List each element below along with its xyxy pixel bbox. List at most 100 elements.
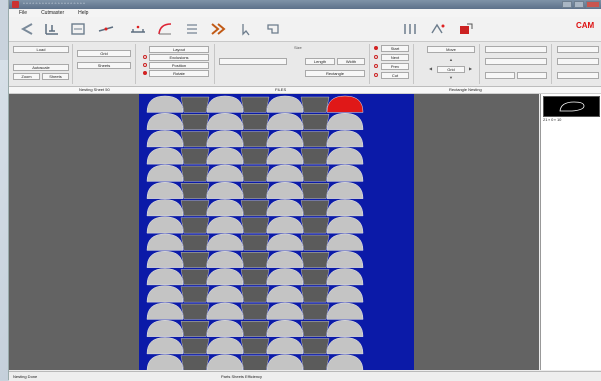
nested-part[interactable]	[240, 286, 270, 303]
nest-layout[interactable]	[139, 94, 414, 370]
nested-part[interactable]	[300, 217, 330, 234]
nested-part[interactable]	[206, 130, 244, 148]
nested-part[interactable]	[300, 338, 330, 355]
nested-part[interactable]	[180, 338, 210, 355]
scale-icon[interactable]	[41, 20, 63, 38]
menu-help[interactable]: Help	[78, 9, 88, 17]
nested-part[interactable]	[240, 234, 270, 251]
nested-part[interactable]	[240, 303, 270, 320]
list-icon[interactable]	[181, 20, 203, 38]
prev-button[interactable]: Prev	[381, 63, 409, 70]
nested-part[interactable]	[326, 216, 364, 234]
nested-part[interactable]	[180, 148, 210, 165]
minimize-button[interactable]	[562, 1, 572, 8]
nested-part[interactable]	[300, 303, 330, 320]
move-button[interactable]: Move	[427, 46, 475, 53]
nested-part[interactable]	[240, 355, 270, 370]
close-button[interactable]	[586, 1, 600, 8]
nested-part[interactable]	[240, 165, 270, 182]
curve-tool-icon[interactable]	[154, 20, 176, 38]
arrow-up-icon[interactable]: ▲	[449, 57, 453, 62]
nested-part[interactable]	[146, 216, 184, 234]
sheet-select[interactable]: Sheets	[77, 62, 131, 69]
nested-part[interactable]	[240, 217, 270, 234]
nested-part[interactable]	[266, 199, 304, 217]
nested-part[interactable]	[300, 269, 330, 286]
nested-part[interactable]	[240, 148, 270, 165]
nested-part[interactable]	[206, 268, 244, 286]
nested-part[interactable]	[326, 285, 364, 303]
nested-part[interactable]	[326, 250, 364, 268]
size-field[interactable]	[219, 58, 287, 65]
nested-part[interactable]	[266, 233, 304, 251]
nested-part[interactable]	[146, 147, 184, 165]
nested-part[interactable]	[266, 181, 304, 199]
nested-part[interactable]	[206, 233, 244, 251]
nested-part[interactable]	[266, 130, 304, 148]
option-field-b[interactable]	[485, 58, 547, 65]
nested-part[interactable]	[326, 233, 364, 251]
nested-part[interactable]	[326, 337, 364, 355]
nested-part[interactable]	[266, 337, 304, 355]
exclusions-radio[interactable]	[143, 55, 147, 59]
nested-part[interactable]	[326, 147, 364, 165]
nested-part[interactable]	[300, 200, 330, 217]
rotate-radio[interactable]	[143, 71, 147, 75]
prev-radio[interactable]	[374, 64, 378, 68]
nested-part[interactable]	[180, 269, 210, 286]
nested-part[interactable]	[266, 354, 304, 370]
width-field[interactable]: Width	[337, 58, 365, 65]
nested-part[interactable]	[206, 181, 244, 199]
nested-part[interactable]	[206, 95, 244, 113]
nested-part[interactable]	[146, 302, 184, 320]
nested-part[interactable]	[266, 112, 304, 130]
nested-part[interactable]	[240, 252, 270, 268]
nested-part[interactable]	[180, 252, 210, 268]
nested-part[interactable]	[326, 181, 364, 199]
length-field[interactable]: Length	[305, 58, 335, 65]
layout-button[interactable]: Layout	[149, 46, 209, 53]
nested-part[interactable]	[300, 131, 330, 148]
nested-part[interactable]	[240, 321, 270, 337]
line-tool-icon[interactable]	[95, 20, 117, 38]
nested-part[interactable]	[146, 354, 184, 370]
back-arrow-icon[interactable]	[15, 20, 37, 38]
sheets-button[interactable]: Sheets	[42, 73, 69, 80]
frame-icon[interactable]	[67, 20, 89, 38]
nested-part[interactable]	[300, 355, 330, 370]
nested-part[interactable]	[240, 131, 270, 148]
nested-part[interactable]	[180, 114, 210, 130]
rectangle-button[interactable]: Rectangle	[305, 70, 365, 77]
nested-part[interactable]	[266, 216, 304, 234]
nested-part[interactable]	[180, 96, 210, 113]
nested-part[interactable]	[266, 147, 304, 165]
nested-part[interactable]	[266, 95, 304, 113]
exclusions-button[interactable]: Exclusions	[149, 54, 209, 61]
nested-part[interactable]	[300, 286, 330, 303]
nested-part[interactable]	[266, 250, 304, 268]
columns-icon[interactable]	[399, 20, 421, 38]
nested-part[interactable]	[180, 131, 210, 148]
nested-part[interactable]	[146, 337, 184, 355]
nest-sheet[interactable]	[139, 94, 414, 370]
nested-part[interactable]	[300, 96, 330, 113]
arrow-right-icon[interactable]: ▶	[469, 66, 472, 71]
position-button[interactable]: Position	[149, 62, 209, 69]
arrow-left-icon[interactable]: ◀	[429, 66, 432, 71]
arrow-down-icon[interactable]: ▼	[449, 75, 453, 80]
option-button-g[interactable]	[557, 72, 599, 79]
nested-part[interactable]	[326, 130, 364, 148]
nested-part[interactable]	[206, 164, 244, 182]
cut-radio[interactable]	[374, 73, 378, 77]
load-button[interactable]: Load	[13, 46, 69, 53]
nested-part[interactable]	[300, 321, 330, 337]
title-bar[interactable]: ▫ ▫ ▫ ▫ ▫ ▫ ▫ ▫ ▫ ▫ ▫ ▫ ▫ ▫ ▫ ▫ ▫ ▫ ▫ ▫	[9, 0, 601, 9]
nested-part[interactable]	[300, 183, 330, 199]
next-button[interactable]: Next	[381, 54, 409, 61]
autoscale-button[interactable]: Autoscale	[13, 64, 69, 71]
menu-cutmaster[interactable]: Cutmaster	[41, 9, 64, 17]
nested-part[interactable]	[206, 319, 244, 337]
nested-part[interactable]	[180, 200, 210, 217]
nested-part[interactable]	[326, 302, 364, 320]
nested-part[interactable]	[180, 217, 210, 234]
